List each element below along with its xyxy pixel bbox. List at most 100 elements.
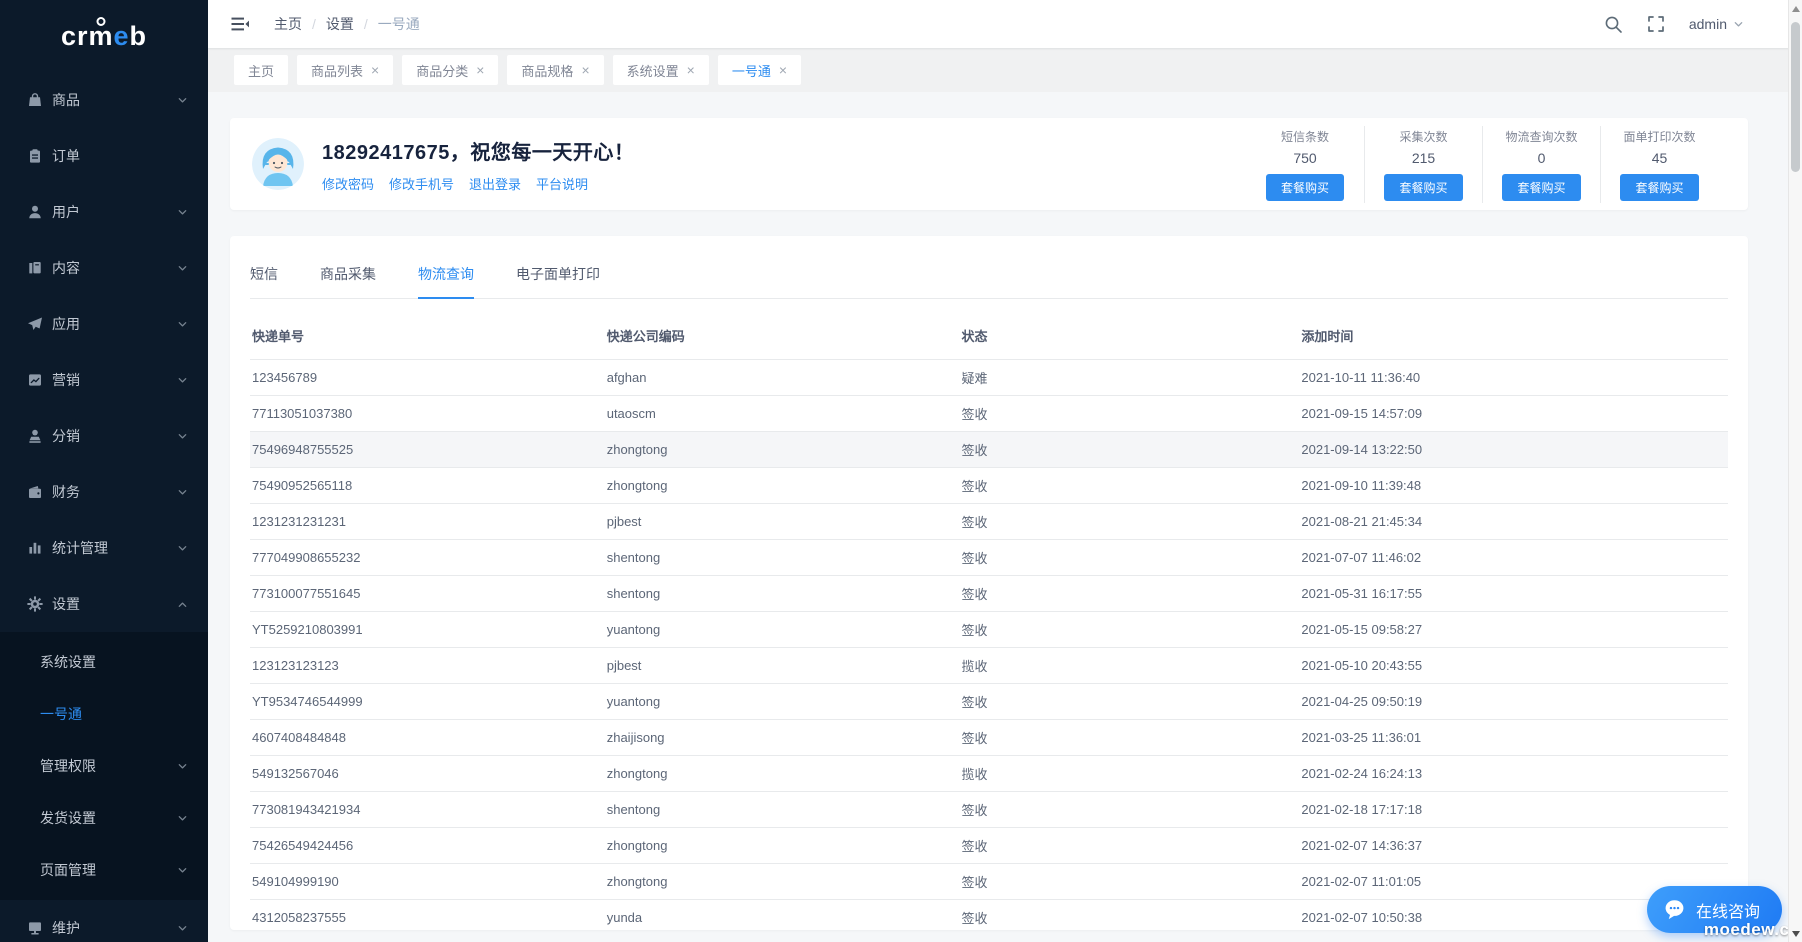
table-row: YT9534746544999 yuantong 签收 2021-04-25 09:5… (250, 683, 1728, 720)
sidebar-subitem-admin-rights[interactable]: 管理权限 (0, 740, 208, 792)
sidebar-item-label: 财务 (52, 484, 80, 500)
close-tab-icon[interactable]: × (779, 63, 787, 77)
cell-tracking-no: 773100077551645 (250, 575, 605, 612)
finance-icon (27, 484, 43, 500)
sidebar-item-content[interactable]: 内容 (0, 240, 208, 296)
chevron-down-icon (177, 923, 188, 934)
tab-system-settings[interactable]: 系统设置 × (612, 55, 709, 85)
sidebar-item-settings[interactable]: 设置 (0, 576, 208, 632)
search-icon[interactable] (1604, 15, 1623, 34)
app-logo: crmeb (60, 20, 148, 51)
panel-tab-sms[interactable]: 短信 (250, 264, 278, 298)
tab-goods-category[interactable]: 商品分类 × (402, 55, 499, 85)
panel-tab-logistics-query[interactable]: 物流查询 (418, 264, 474, 299)
topbar-right: admin (1604, 15, 1744, 34)
column-header: 快递单号 (250, 313, 605, 360)
tab-goods-spec[interactable]: 商品规格 × (507, 55, 604, 85)
close-tab-icon[interactable]: × (371, 63, 379, 77)
sidebar-item-users[interactable]: 用户 (0, 184, 208, 240)
cell-company-code: shentong (604, 575, 960, 612)
scroll-down-arrow[interactable] (1789, 926, 1802, 940)
tab-label: 商品规格 (521, 63, 574, 79)
user-menu[interactable]: admin (1689, 16, 1744, 32)
cell-status: 签收 (959, 827, 1300, 864)
avatar (252, 138, 304, 190)
buy-package-button-logistics-count[interactable]: 套餐购买 (1502, 173, 1581, 201)
cell-status: 签收 (959, 467, 1300, 504)
stat-sms-count: 短信条数 750 套餐购买 (1246, 126, 1364, 203)
profile-link-platform-info[interactable]: 平台说明 (536, 174, 588, 193)
profile-link-change-password[interactable]: 修改密码 (322, 174, 374, 193)
cell-company-code: pjbest (604, 647, 960, 684)
content: 18292417675，祝您每一天开心！ 修改密码 修改手机号 退出登录 平台说明 短… (208, 92, 1802, 942)
buy-package-button-sms-count[interactable]: 套餐购买 (1265, 173, 1344, 201)
collapse-menu-icon[interactable] (230, 14, 250, 34)
profile-greeting: 18292417675，祝您每一天开心！ (322, 141, 635, 164)
scrollbar (1788, 0, 1802, 942)
cell-company-code: shentong (604, 539, 960, 576)
cell-tracking-no: 4312058237555 (250, 899, 605, 930)
sidebar-item-distribution[interactable]: 分销 (0, 408, 208, 464)
content-icon (27, 260, 43, 276)
cell-tracking-no: YT5259210803991 (250, 611, 605, 648)
sidebar-subitem-yihaotong[interactable]: 一号通 (0, 688, 208, 740)
cell-tracking-no: 75496948755525 (250, 431, 605, 468)
scroll-thumb[interactable] (1791, 22, 1800, 172)
stat-collect-count: 采集次数 215 套餐购买 (1364, 125, 1482, 203)
cell-status: 签收 (959, 575, 1300, 612)
breadcrumb-separator: / (363, 16, 368, 32)
sidebar: crmeb 商品 订单 用户 内容 应用 营销 分销财务统计管理 设置 系统设置一号通管理权限发… (0, 0, 208, 942)
tab-home[interactable]: 主页 (234, 55, 289, 85)
chevron-down-icon (177, 761, 188, 772)
sidebar-item-marketing[interactable]: 营销 (0, 352, 208, 408)
app-icon (27, 316, 43, 332)
tab-label: 商品分类 (416, 63, 469, 79)
sidebar-item-orders[interactable]: 订单 (0, 128, 208, 184)
chat-bubble-icon (1663, 898, 1686, 921)
cell-tracking-no: 777049908655232 (250, 539, 605, 576)
sidebar-item-finance[interactable]: 财务 (0, 464, 208, 520)
buy-package-button-collect-count[interactable]: 套餐购买 (1384, 173, 1463, 201)
table-row: 123456789 afghan 疑难 2021-10-11 11:36:40 (250, 359, 1728, 396)
tab-goods-list[interactable]: 商品列表 × (297, 55, 394, 85)
sidebar-item-statistics[interactable]: 统计管理 (0, 520, 208, 576)
cell-status: 揽收 (959, 755, 1300, 792)
chat-button[interactable]: 在线咨询 (1646, 886, 1782, 933)
sidebar-subitem-system-settings[interactable]: 系统设置 (0, 636, 208, 688)
sidebar-subitem-page-management[interactable]: 页面管理 (0, 844, 208, 896)
profile-card: 18292417675，祝您每一天开心！ 修改密码 修改手机号 退出登录 平台说明 短… (230, 118, 1748, 210)
sidebar-item-goods[interactable]: 商品 (0, 72, 208, 128)
cell-tracking-no: YT9534746544999 (250, 683, 605, 720)
fullscreen-icon[interactable] (1647, 15, 1665, 33)
close-tab-icon[interactable]: × (581, 63, 589, 77)
profile-link-change-phone[interactable]: 修改手机号 (389, 174, 454, 193)
cell-company-code: yuantong (604, 611, 960, 648)
panel-tab-goods-collect[interactable]: 商品采集 (320, 264, 376, 298)
close-tab-icon[interactable]: × (687, 63, 695, 77)
sidebar-item-maintain[interactable]: 维护 (0, 900, 208, 942)
breadcrumb-settings[interactable]: 设置 (326, 14, 354, 34)
user-name: admin (1688, 16, 1727, 32)
table-row: 4607408484848 zhaijisong 签收 2021-03-25 11:3… (250, 719, 1728, 756)
sidebar-item-apps[interactable]: 应用 (0, 296, 208, 352)
table-row: 773081943421934 shentong 签收 2021-02-18 17:1… (250, 791, 1728, 828)
stat-value: 0 (1537, 149, 1546, 166)
chevron-down-icon (177, 375, 188, 386)
profile-link-logout[interactable]: 退出登录 (469, 174, 521, 193)
chevron-down-icon (177, 543, 188, 554)
close-tab-icon[interactable]: × (476, 63, 484, 77)
scroll-up-arrow[interactable] (1789, 2, 1802, 16)
breadcrumb-home[interactable]: 主页 (274, 14, 302, 34)
column-header: 添加时间 (1299, 313, 1728, 360)
sidebar-subitem-shipping-settings[interactable]: 发货设置 (0, 792, 208, 844)
cell-added-time: 2021-05-15 09:58:27 (1299, 611, 1728, 648)
sidebar-subitem-label: 一号通 (40, 706, 82, 722)
tab-yihaotong[interactable]: 一号通 × (717, 55, 802, 85)
cell-tracking-no: 75426549424456 (250, 827, 605, 864)
tabs-bar: 主页 商品列表 × 商品分类 × 商品规格 × 系统设置 × 一号通 × (208, 48, 1802, 92)
panel-tab-e-sheet-print[interactable]: 电子面单打印 (516, 264, 600, 298)
table-row: 549132567046 zhongtong 揽收 2021-02-24 16:24:… (250, 755, 1728, 792)
cell-tracking-no: 773081943421934 (250, 791, 605, 828)
table-row: 75490952565118 zhongtong 签收 2021-09-10 11:3… (250, 467, 1728, 504)
buy-package-button-print-count[interactable]: 套餐购买 (1620, 173, 1699, 201)
